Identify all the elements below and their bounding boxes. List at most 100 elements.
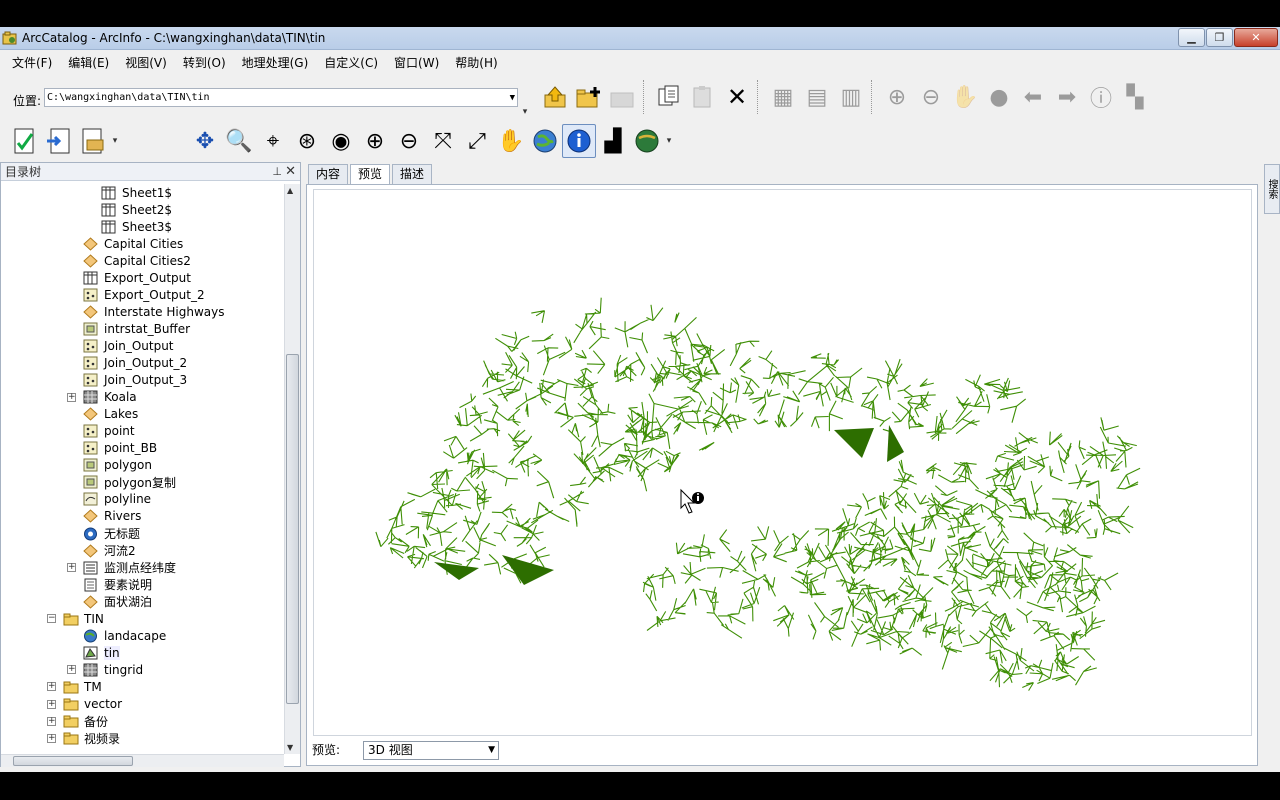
tree-item[interactable]: Sheet3$ [101,218,172,235]
navigate-button[interactable]: ✥ [188,124,222,158]
tab-contents[interactable]: 内容 [308,164,349,184]
zoom-out-button[interactable]: ⊖ [392,124,426,158]
tree-item[interactable]: point_BB [83,440,157,457]
expand-icon[interactable]: + [47,682,56,692]
tree-item[interactable]: Rivers [83,508,141,525]
menu-view[interactable]: 视图(V) [117,53,175,73]
location-input[interactable]: C:\wangxinghan\data\TIN\tin ▼ [44,88,518,107]
tree-item[interactable]: − TIN [47,610,104,627]
close-window-button[interactable]: ✕ [1234,28,1278,47]
create-layer-button[interactable]: ▟ [596,124,630,158]
scroll-down-icon[interactable]: ▼ [287,743,293,752]
menu-geoprocessing[interactable]: 地理处理(G) [234,53,317,73]
expand-icon[interactable]: + [47,733,56,743]
minimize-button[interactable]: ▁ [1178,28,1205,47]
create-thumbnail-button[interactable]: ▚ [1118,80,1152,114]
export-metadata-button[interactable] [76,124,110,158]
details-view-button[interactable]: ▥ [834,80,868,114]
tree-item[interactable]: tin [83,644,120,661]
tree-item[interactable]: Join_Output_3 [83,372,187,389]
tree-vertical-scrollbar[interactable]: ▲ ▼ [284,184,300,754]
scroll-thumb-horizontal[interactable] [13,756,133,766]
paste-button[interactable] [686,80,720,114]
pin-icon[interactable]: ⊥ [272,163,282,181]
close-panel-icon[interactable]: ✕ [285,163,296,181]
scroll-thumb[interactable] [286,354,299,704]
tab-preview[interactable]: 预览 [350,164,391,185]
up-one-level-button[interactable] [538,80,572,114]
tree-item[interactable]: 河流2 [83,542,136,559]
globe-view-button[interactable] [630,124,664,158]
tree-item[interactable]: + 监测点经纬度 [67,559,176,576]
chevron-down-icon[interactable]: ▼ [510,90,515,107]
tree-item[interactable]: 面状湖泊 [83,593,152,610]
narrow-fov-button[interactable]: ⤧ [426,124,460,158]
tree-item[interactable]: + vector [47,696,122,713]
menu-file[interactable]: 文件(F) [4,53,60,73]
tree-item[interactable]: + 备份 [47,713,108,730]
menu-window[interactable]: 窗口(W) [386,53,447,73]
tree-item[interactable]: point [83,423,135,440]
target-center-button[interactable]: ⌖ [256,124,290,158]
tree-item[interactable]: Capital Cities [83,235,183,252]
disconnect-folder-button[interactable] [606,80,640,114]
forward-button[interactable]: ➡ [1050,80,1084,114]
tree-item[interactable]: + Koala [67,389,137,406]
tree-item[interactable]: Sheet1$ [101,184,172,201]
pan-button[interactable]: ✋ [494,124,528,158]
expand-icon[interactable]: + [67,563,76,573]
full-extent-3d-button[interactable]: ⤢ [460,124,494,158]
large-icons-button[interactable]: ▦ [766,80,800,114]
full-extent-globe-button[interactable] [528,124,562,158]
zoom-in-fixed-button[interactable]: ⊕ [880,80,914,114]
collapse-icon[interactable]: − [47,614,56,624]
tree-item[interactable]: + 视频录 [47,730,120,747]
expand-icon[interactable]: + [67,665,76,675]
tree-item[interactable]: Capital Cities2 [83,252,191,269]
scroll-up-icon[interactable]: ▲ [287,186,293,195]
expand-icon[interactable]: + [47,699,56,709]
expand-icon[interactable]: + [67,392,76,402]
toolbar-chevron-icon[interactable]: ▾ [664,136,674,146]
tree-item[interactable]: polygon复制 [83,474,176,491]
menu-help[interactable]: 帮助(H) [447,53,505,73]
search-dock-tab[interactable]: 搜索 [1264,164,1280,214]
zoom-in-out-button[interactable]: 🔍 [222,124,256,158]
preview-mode-select[interactable]: 3D 视图 ▼ [363,741,499,760]
zoom-in-button[interactable]: ⊕ [358,124,392,158]
toolbar-chevron-icon[interactable]: ▾ [520,107,530,117]
delete-button[interactable]: ✕ [720,80,754,114]
full-extent-button[interactable]: ● [982,80,1016,114]
edit-metadata-button[interactable] [8,124,42,158]
tree-item[interactable]: + tingrid [67,661,143,678]
pan-fixed-button[interactable]: ✋ [948,80,982,114]
tree-item[interactable]: Lakes [83,406,138,423]
zoom-out-fixed-button[interactable]: ⊖ [914,80,948,114]
import-metadata-button[interactable] [42,124,76,158]
tree-item[interactable]: landacape [83,627,166,644]
tree-item[interactable]: Join_Output_2 [83,355,187,372]
menu-customize[interactable]: 自定义(C) [316,53,386,73]
connect-folder-button[interactable] [572,80,606,114]
maximize-button[interactable]: ❐ [1206,28,1233,47]
toolbar-chevron-icon[interactable]: ▾ [110,136,120,146]
tree-item[interactable]: Join_Output [83,337,174,354]
tree-item[interactable]: 无标题 [83,525,140,542]
tree-item[interactable]: Sheet2$ [101,201,172,218]
tree-item[interactable]: polygon [83,457,152,474]
identify-fixed-button[interactable]: ⓘ [1084,80,1118,114]
copy-button[interactable] [652,80,686,114]
preview-3d-canvas[interactable] [313,189,1252,736]
back-button[interactable]: ⬅ [1016,80,1050,114]
zoom-to-target-button[interactable]: ⊛ [290,124,324,158]
expand-icon[interactable]: + [47,716,56,726]
tree-item[interactable]: polyline [83,491,151,508]
menu-goto[interactable]: 转到(O) [175,53,234,73]
tree-item[interactable]: Export_Output [83,269,191,286]
set-observer-button[interactable]: ◉ [324,124,358,158]
tree-item[interactable]: Export_Output_2 [83,286,205,303]
list-view-button[interactable]: ▤ [800,80,834,114]
tree-horizontal-scrollbar[interactable] [1,754,284,767]
tree-item[interactable]: + TM [47,678,102,695]
tree-item[interactable]: 要素说明 [83,576,152,593]
